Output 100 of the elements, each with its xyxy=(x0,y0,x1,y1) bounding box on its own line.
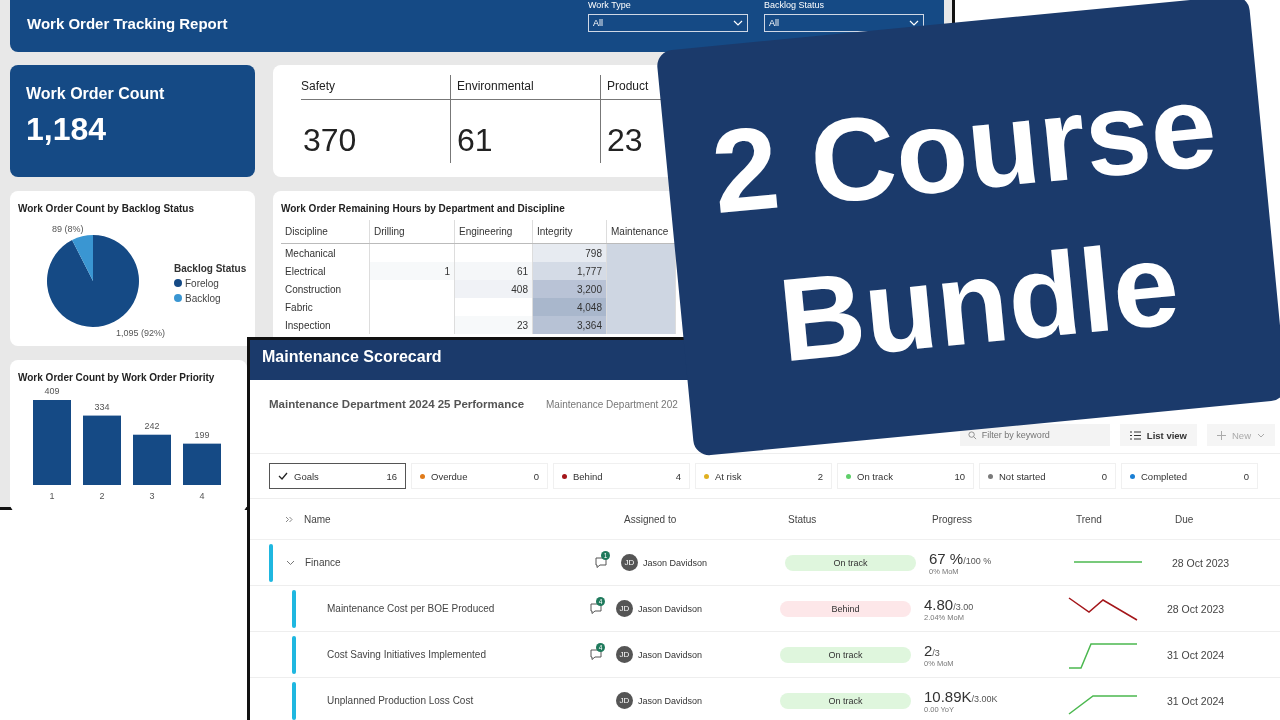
status-filter-tab[interactable]: Not started 0 xyxy=(979,463,1116,489)
table-cell: 1,777 xyxy=(576,265,602,277)
progress-value: 10.89K xyxy=(924,687,972,705)
kpi-label: Work Order Count xyxy=(26,85,166,103)
search-icon xyxy=(967,431,977,440)
category-value: 61 xyxy=(456,121,494,159)
filter-label: Work Type xyxy=(588,0,632,10)
column-header: Integrity xyxy=(532,220,607,244)
status-pill: Behind xyxy=(780,600,911,617)
search-field[interactable]: Filter by keyword xyxy=(959,424,1110,446)
assignee-name: Jason Davidson xyxy=(638,695,703,706)
trend-sparkline xyxy=(1068,642,1138,669)
status-filter-label: Behind xyxy=(573,470,603,482)
axis-label: 4 xyxy=(199,491,205,501)
column-header: Status xyxy=(788,513,818,525)
goal-name[interactable]: Maintenance Cost per BOE Produced xyxy=(327,603,495,614)
chevron-icon[interactable] xyxy=(286,558,295,567)
assignee-name: Jason Davidson xyxy=(638,649,703,660)
goal-accent-bar xyxy=(292,681,296,720)
trend-sparkline xyxy=(1068,596,1138,621)
table-cell: 3,364 xyxy=(576,319,602,331)
data-label: 89 (8%) xyxy=(52,224,84,234)
category-label: Environmental xyxy=(451,75,600,100)
list-icon xyxy=(1129,430,1141,440)
bar xyxy=(183,443,221,485)
trend-sparkline xyxy=(1068,694,1138,715)
status-pill: On track xyxy=(780,646,911,663)
column-header: Trend xyxy=(1076,513,1103,525)
progress-target: /100 % xyxy=(963,555,992,566)
comment-icon[interactable] xyxy=(595,557,607,568)
list-view-button[interactable]: List view xyxy=(1119,424,1197,446)
data-label: 199 xyxy=(194,429,210,440)
table-cell: Construction xyxy=(281,280,370,298)
assignee-name: Jason Davidson xyxy=(638,603,703,614)
scorecard-description: Maintenance Department 202 xyxy=(546,399,678,410)
report-title: Work Order Tracking Report xyxy=(27,14,228,32)
status-filter-tab[interactable]: On track 10 xyxy=(837,463,974,489)
axis-label: 2 xyxy=(99,491,105,501)
axis-label: 1 xyxy=(49,491,55,501)
status-count: 0 xyxy=(1243,470,1249,482)
status-filter-label: Not started xyxy=(999,470,1046,482)
data-label: 1,095 (92%) xyxy=(116,328,166,338)
status-count: 0 xyxy=(533,470,539,482)
scorecard-subtitle: Maintenance Department 2024 25 Performance xyxy=(269,398,525,410)
progress-value: 2 xyxy=(924,641,933,659)
due-date: 28 Oct 2023 xyxy=(1172,556,1230,569)
status-pill: On track xyxy=(780,692,911,709)
table-cell: 1 xyxy=(444,265,450,277)
chevron-down-icon xyxy=(909,20,919,26)
table-cell: 61 xyxy=(516,265,528,277)
table-cell: 3,200 xyxy=(576,283,602,295)
data-label: 409 xyxy=(44,386,60,396)
status-count: 16 xyxy=(386,470,397,482)
status-count: 10 xyxy=(954,470,965,482)
status-count: 4 xyxy=(675,470,681,482)
progress-target: /3 xyxy=(932,647,940,658)
avatar: JD xyxy=(616,646,633,663)
status-filter-label: On track xyxy=(857,470,893,482)
scorecard-title: Maintenance Scorecard xyxy=(262,348,442,366)
status-pill: On track xyxy=(785,554,916,571)
category-value: 23 xyxy=(606,121,644,159)
check-icon xyxy=(278,472,288,480)
status-filter-tab[interactable]: At risk 2 xyxy=(695,463,832,489)
column-header: Name xyxy=(304,513,332,525)
avatar: JD xyxy=(621,554,638,571)
table-cell: 23 xyxy=(516,319,528,331)
progress-value: 67 % xyxy=(929,549,964,567)
goal-accent-bar xyxy=(292,635,296,674)
goal-accent-bar xyxy=(269,543,273,582)
status-filter-tab[interactable]: Behind 4 xyxy=(553,463,690,489)
chart-title: Work Order Count by Backlog Status xyxy=(18,203,194,214)
column-header: Due xyxy=(1175,513,1194,525)
status-count: 2 xyxy=(817,470,823,482)
comment-icon[interactable] xyxy=(590,649,602,660)
table-cell: 4,048 xyxy=(576,301,602,313)
trend-sparkline xyxy=(1073,560,1143,563)
table-cell: 798 xyxy=(585,247,602,259)
category-value: 370 xyxy=(302,121,358,159)
status-filter-tab[interactable]: Completed 0 xyxy=(1121,463,1258,489)
table-cell: Fabric xyxy=(281,298,370,316)
data-label: 334 xyxy=(94,401,110,412)
legend-title: Backlog Status xyxy=(174,262,247,274)
column-header: Engineering xyxy=(454,220,533,244)
status-filter-tab[interactable]: Overdue 0 xyxy=(411,463,548,489)
table-cell: Electrical xyxy=(281,262,370,280)
comment-icon[interactable] xyxy=(590,603,602,614)
filter-dropdown[interactable]: All xyxy=(588,14,748,32)
column-header: Discipline xyxy=(281,220,370,244)
status-filter-label: At risk xyxy=(715,470,742,482)
status-filter-label: Completed xyxy=(1141,470,1187,482)
goal-name[interactable]: Finance xyxy=(305,557,341,568)
due-date: 31 Oct 2024 xyxy=(1167,694,1225,707)
goal-name[interactable]: Cost Saving Initiatives Implemented xyxy=(327,649,486,660)
chevron-down-icon xyxy=(1257,432,1265,438)
expand-all-icon[interactable] xyxy=(285,515,293,523)
status-filter-tab[interactable]: Goals 16 xyxy=(269,463,406,489)
goal-name[interactable]: Unplanned Production Loss Cost xyxy=(327,695,474,706)
due-date: 28 Oct 2023 xyxy=(1167,602,1225,615)
progress-value: 4.80 xyxy=(924,595,954,613)
chart-title: Work Order Count by Work Order Priority xyxy=(18,372,215,383)
